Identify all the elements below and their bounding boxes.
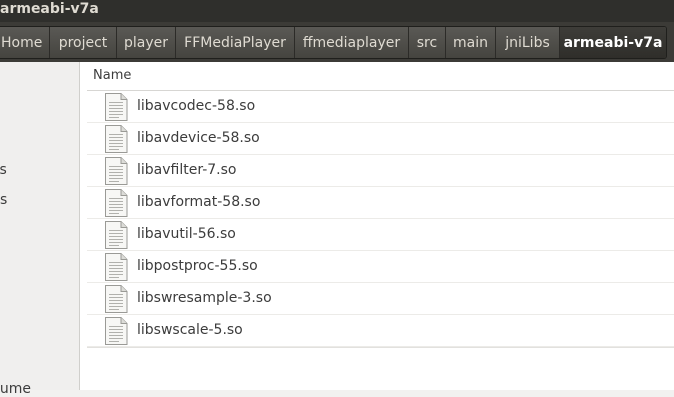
path-bar: Home project player FFMediaPlayer ffmedi… — [0, 22, 674, 62]
window-titlebar: armeabi-v7a — [0, 0, 674, 22]
file-row[interactable]: libavformat-58.so — [87, 187, 674, 219]
text-file-icon — [105, 93, 128, 121]
file-name: libavdevice-58.so — [137, 130, 260, 146]
breadcrumb-project[interactable]: project — [50, 27, 117, 58]
breadcrumb-armeabi-v7a[interactable]: armeabi-v7a — [560, 27, 666, 58]
window-title: armeabi-v7a — [0, 1, 99, 17]
file-row[interactable]: libavfilter-7.so — [87, 155, 674, 187]
column-header-label: Name — [93, 68, 132, 83]
text-file-icon — [105, 157, 128, 185]
breadcrumb-player[interactable]: player — [117, 27, 176, 58]
breadcrumb-main[interactable]: main — [446, 27, 496, 58]
text-file-icon — [105, 253, 128, 281]
text-file-icon — [105, 285, 128, 313]
file-name: libpostproc-55.so — [137, 258, 258, 274]
empty-area[interactable] — [87, 348, 674, 390]
breadcrumb-jnilibs[interactable]: jniLibs — [496, 27, 560, 58]
sidebar-item-label: ts — [0, 162, 7, 178]
sidebar-item[interactable]: ts — [0, 162, 13, 178]
sidebar-item-label: lume — [0, 381, 32, 397]
text-file-icon — [105, 221, 128, 249]
file-name: libavcodec-58.so — [137, 98, 256, 114]
file-row[interactable]: libavcodec-58.so — [87, 91, 674, 123]
breadcrumb-ffmediaplayer[interactable]: ffmediaplayer — [295, 27, 409, 58]
sidebar: ts s lume — [0, 62, 80, 397]
sidebar-item-label: s — [0, 192, 8, 208]
breadcrumb: Home project player FFMediaPlayer ffmedi… — [0, 26, 667, 59]
text-file-icon — [105, 317, 128, 345]
file-row[interactable]: libavutil-56.so — [87, 219, 674, 251]
file-name: libavutil-56.so — [137, 226, 236, 242]
file-name: libavformat-58.so — [137, 194, 261, 210]
file-name: libswresample-3.so — [137, 290, 272, 306]
text-file-icon — [105, 125, 128, 153]
file-row[interactable]: libavdevice-58.so — [87, 123, 674, 155]
column-header-name[interactable]: Name — [87, 62, 674, 91]
file-view: Name libavcodec-58.so libavdevice-58.so … — [80, 62, 674, 390]
sidebar-item[interactable]: s — [0, 192, 7, 208]
sidebar-item[interactable]: lume — [0, 381, 35, 397]
file-row[interactable]: libswresample-3.so — [87, 283, 674, 315]
file-row[interactable]: libswscale-5.so — [87, 315, 674, 347]
file-list: libavcodec-58.so libavdevice-58.so libav… — [87, 91, 674, 348]
file-row[interactable]: libpostproc-55.so — [87, 251, 674, 283]
breadcrumb-home[interactable]: Home — [0, 27, 50, 58]
breadcrumb-src[interactable]: src — [409, 27, 446, 58]
breadcrumb-ffmediaplayer-project[interactable]: FFMediaPlayer — [176, 27, 295, 58]
text-file-icon — [105, 189, 128, 217]
file-name: libswscale-5.so — [137, 322, 243, 338]
file-name: libavfilter-7.so — [137, 162, 237, 178]
